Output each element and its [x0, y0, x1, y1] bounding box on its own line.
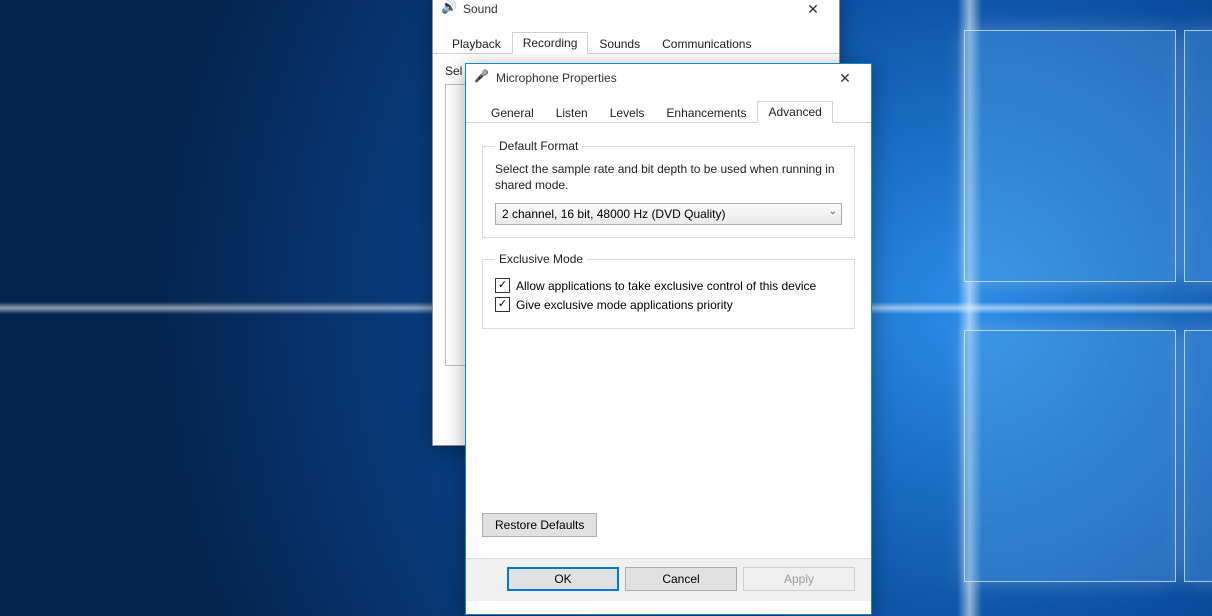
- microphone-icon: [474, 70, 490, 86]
- cancel-button[interactable]: Cancel: [625, 567, 737, 591]
- mic-window-titlebar[interactable]: Microphone Properties ✕: [466, 64, 871, 92]
- sound-window-titlebar[interactable]: Sound ✕: [433, 0, 839, 23]
- default-format-selected: 2 channel, 16 bit, 48000 Hz (DVD Quality…: [502, 207, 725, 221]
- sound-window-title: Sound: [463, 2, 793, 16]
- close-icon[interactable]: ✕: [793, 0, 833, 23]
- tab-levels[interactable]: Levels: [599, 102, 656, 123]
- default-format-legend: Default Format: [495, 139, 582, 153]
- mic-properties-window: Microphone Properties ✕ General Listen L…: [465, 63, 872, 615]
- default-format-help: Select the sample rate and bit depth to …: [495, 161, 842, 193]
- priority-exclusive-row[interactable]: Give exclusive mode applications priorit…: [495, 297, 842, 312]
- ok-button[interactable]: OK: [507, 567, 619, 591]
- restore-defaults-button[interactable]: Restore Defaults: [482, 513, 597, 537]
- tab-general[interactable]: General: [480, 102, 545, 123]
- sound-tabs: Playback Recording Sounds Communications: [433, 23, 839, 54]
- tab-sounds[interactable]: Sounds: [588, 33, 651, 54]
- tab-communications[interactable]: Communications: [651, 33, 762, 54]
- allow-exclusive-row[interactable]: Allow applications to take exclusive con…: [495, 278, 842, 293]
- mic-tabs: General Listen Levels Enhancements Advan…: [466, 92, 871, 123]
- priority-exclusive-checkbox[interactable]: [495, 297, 510, 312]
- default-format-group: Default Format Select the sample rate an…: [482, 139, 855, 238]
- tab-playback[interactable]: Playback: [441, 33, 512, 54]
- speaker-icon: [441, 1, 457, 17]
- mic-window-body: Default Format Select the sample rate an…: [466, 123, 871, 601]
- apply-button[interactable]: Apply: [743, 567, 855, 591]
- default-format-combobox[interactable]: 2 channel, 16 bit, 48000 Hz (DVD Quality…: [495, 203, 842, 225]
- close-icon[interactable]: ✕: [825, 64, 865, 92]
- priority-exclusive-label: Give exclusive mode applications priorit…: [516, 298, 733, 312]
- allow-exclusive-checkbox[interactable]: [495, 278, 510, 293]
- chevron-down-icon: ⌄: [829, 206, 837, 217]
- exclusive-mode-group: Exclusive Mode Allow applications to tak…: [482, 252, 855, 329]
- mic-window-title: Microphone Properties: [496, 71, 825, 85]
- tab-advanced[interactable]: Advanced: [757, 101, 832, 123]
- mic-window-footer: OK Cancel Apply: [466, 558, 871, 601]
- tab-recording[interactable]: Recording: [512, 32, 589, 54]
- exclusive-mode-legend: Exclusive Mode: [495, 252, 587, 266]
- allow-exclusive-label: Allow applications to take exclusive con…: [516, 279, 816, 293]
- tab-listen[interactable]: Listen: [545, 102, 599, 123]
- tab-enhancements[interactable]: Enhancements: [655, 102, 757, 123]
